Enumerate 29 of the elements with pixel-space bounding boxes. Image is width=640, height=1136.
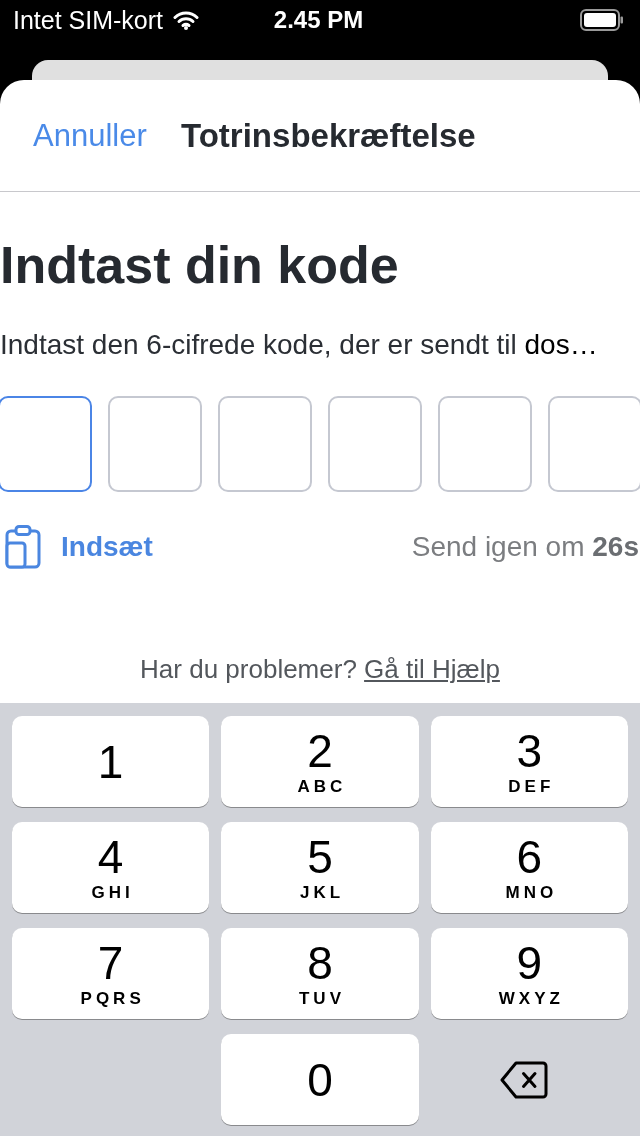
help-text: Har du problemer? Gå til Hjælp [140,654,500,684]
clipboard-icon [5,525,41,569]
number-key[interactable]: 7 PQRS [12,928,210,1019]
resend-countdown: Send igen om 26s [411,530,640,564]
number-key[interactable]: 5 JKL [221,822,419,913]
code-digit-field[interactable] [548,396,640,492]
code-digit-field[interactable] [218,396,312,492]
wifi-icon [173,10,200,30]
code-digit-field[interactable] [108,396,202,492]
number-key[interactable]: 4 GHI [12,822,210,913]
number-key[interactable]: 1 [12,716,210,807]
code-digit-field[interactable] [0,396,92,492]
number-key[interactable]: 8 TUV [221,928,419,1019]
help-link[interactable]: Gå til Hjælp [364,654,500,684]
page-heading: Indtast din kode [0,235,399,295]
sheet-title: Totrinsbekræftelse [181,116,477,155]
number-key[interactable]: 2 ABC [221,716,419,807]
number-key[interactable]: 9 WXYZ [430,928,628,1019]
code-digit-field[interactable] [328,396,422,492]
paste-button[interactable]: Indsæt [0,525,153,569]
carrier-name: Intet SIM-kort [13,6,164,34]
number-key[interactable]: 3 DEF [430,716,628,807]
number-key[interactable]: 6 MNO [430,822,628,913]
code-digit-field[interactable] [438,396,532,492]
clock-time: 2.45 PM [273,6,364,34]
battery-icon [580,9,624,31]
backspace-icon[interactable] [500,1060,549,1099]
number-key[interactable]: 0 [221,1034,419,1125]
instruction-text: Indtast den 6-cifrede kode, der er sendt til dos… [0,328,598,362]
